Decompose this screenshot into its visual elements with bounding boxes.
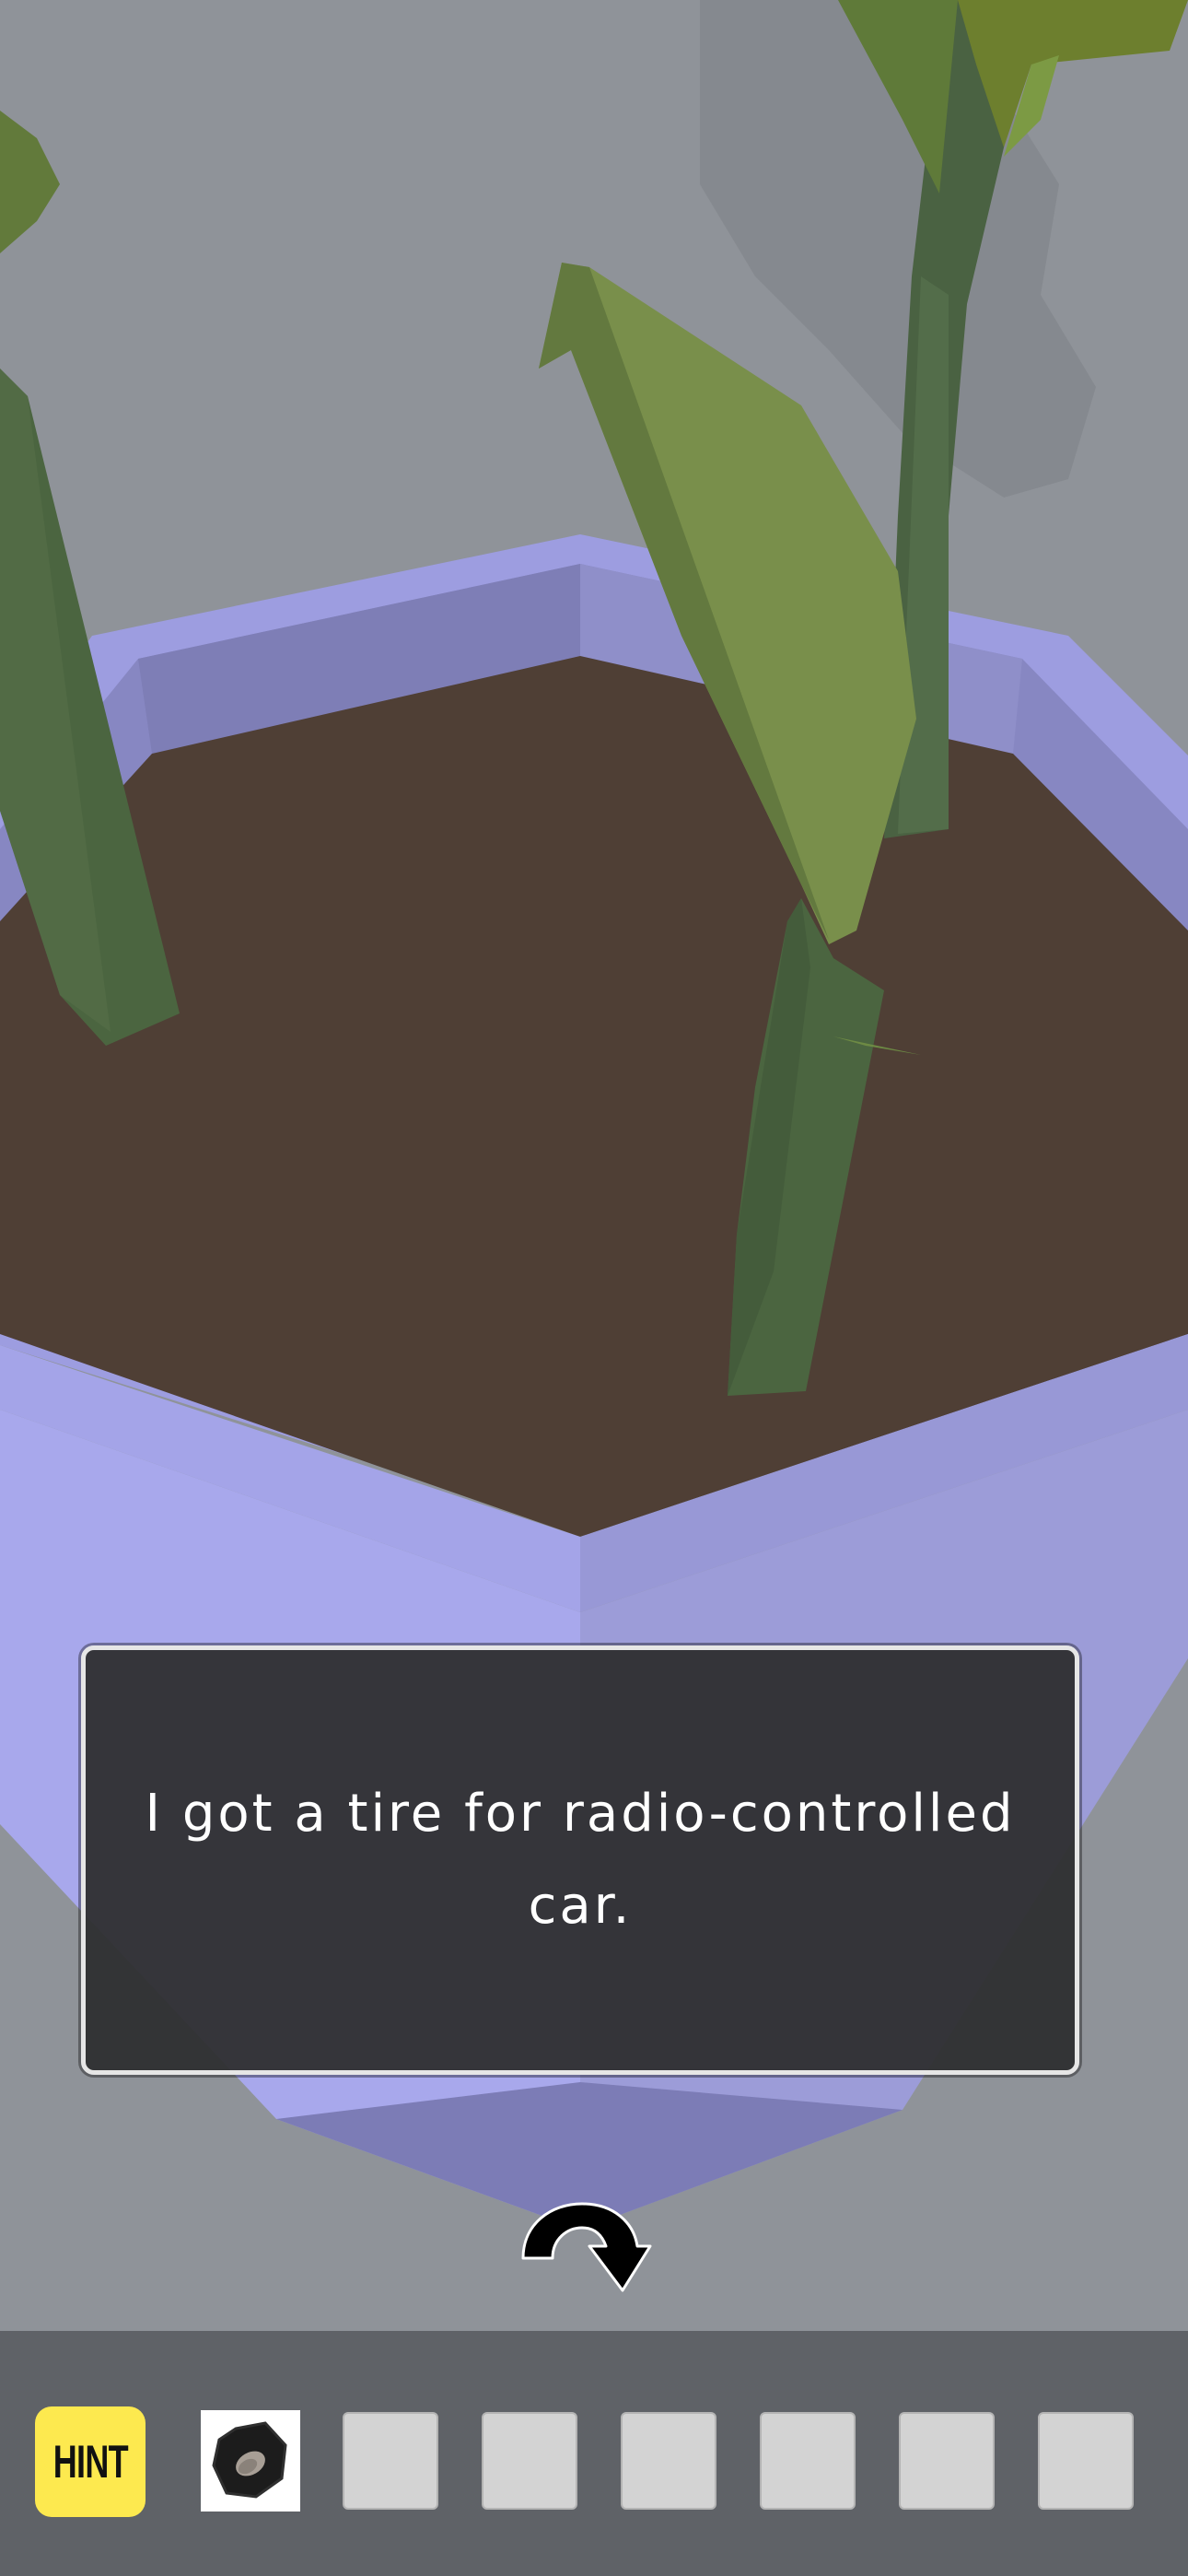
game-scene: I got a tire for radio-controlled car. H… — [0, 0, 1188, 2576]
rotate-arrow-icon[interactable] — [516, 2198, 654, 2309]
inventory-slot-1[interactable] — [201, 2410, 300, 2512]
inventory-slot-3[interactable] — [482, 2412, 577, 2510]
inventory-slot-6[interactable] — [899, 2412, 995, 2510]
inventory-slot-4[interactable] — [621, 2412, 716, 2510]
inventory-slot-7[interactable] — [1038, 2412, 1134, 2510]
message-dialog[interactable]: I got a tire for radio-controlled car. — [81, 1645, 1079, 2075]
tire-icon — [212, 2421, 287, 2499]
inventory-slot-2[interactable] — [343, 2412, 438, 2510]
hint-label: HINT — [52, 2436, 128, 2488]
hint-button[interactable]: HINT — [35, 2406, 146, 2517]
inventory-slot-5[interactable] — [760, 2412, 856, 2510]
inventory-bar — [0, 2331, 1188, 2576]
dialog-message: I got a tire for radio-controlled car. — [145, 1784, 1016, 1936]
plant-pot-view[interactable] — [0, 0, 1188, 2576]
